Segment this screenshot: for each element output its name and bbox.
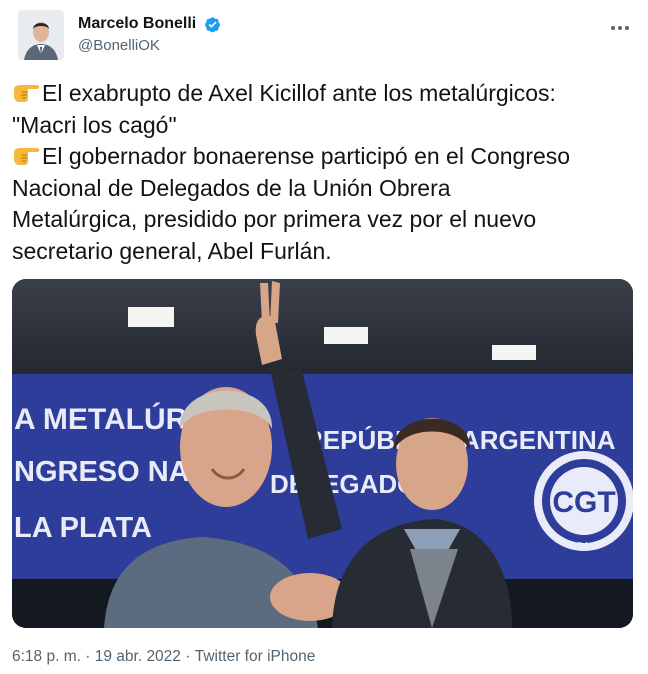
tweet-header: Marcelo Bonelli @BonelliOK	[14, 10, 634, 66]
tweet-line: "Macri los cagó"	[12, 110, 642, 142]
ceiling-light	[492, 345, 536, 360]
tweet-line: El gobernador bonaerense participó en el…	[12, 141, 642, 173]
tweet-line-text: Nacional de Delegados de la Unión Obrera	[12, 174, 451, 201]
tweet-line-text: secretario general, Abel Furlán.	[12, 237, 332, 264]
banner-text: DELEGADO	[270, 469, 417, 499]
tweet-line-text: Metalúrgica, presidido por primera vez p…	[12, 206, 537, 232]
tweet-line: Metalúrgica, presidido por primera vez p…	[12, 204, 642, 236]
tweet-time[interactable]: 6:18 p. m.	[12, 648, 81, 665]
tweet-line: secretario general, Abel Furlán.	[12, 236, 642, 268]
cgt-logo: CGT R.A.	[534, 451, 633, 551]
tweet-line: El exabrupto de Axel Kicillof ante los m…	[12, 78, 642, 110]
pointing-right-emoji-icon	[12, 80, 42, 104]
tweet-line-text: El gobernador bonaerense participó en el…	[42, 143, 571, 169]
logo-sub: R.A.	[577, 542, 591, 549]
more-options-icon[interactable]	[606, 16, 634, 40]
meta-separator: ·	[85, 648, 91, 665]
tweet-line: Nacional de Delegados de la Unión Obrera	[12, 173, 642, 205]
tweet-line-text: El exabrupto de Axel Kicillof ante los m…	[42, 80, 556, 106]
ceiling-light	[128, 307, 174, 327]
tweet-text: El exabrupto de Axel Kicillof ante los m…	[12, 78, 642, 267]
tweet: Marcelo Bonelli @BonelliOK El exabrupto …	[0, 0, 648, 674]
tweet-source[interactable]: Twitter for iPhone	[195, 648, 316, 665]
verified-badge-icon	[204, 16, 221, 33]
banner-text: LA PLATA	[14, 512, 152, 544]
logo-text: CGT	[552, 486, 615, 519]
author-display-name[interactable]: Marcelo Bonelli	[78, 14, 196, 34]
tweet-photo[interactable]: A METALÚRGICA REPÚBLICA ARGENTINA NGRESO…	[12, 279, 633, 628]
author-names: Marcelo Bonelli @BonelliOK	[78, 14, 221, 56]
avatar[interactable]	[18, 10, 64, 60]
tweet-date[interactable]: 19 abr. 2022	[95, 648, 181, 665]
ceiling-light	[324, 327, 368, 344]
meta-separator: ·	[185, 648, 191, 665]
author-handle[interactable]: @BonelliOK	[78, 36, 221, 56]
pointing-right-emoji-icon	[12, 143, 42, 167]
tweet-meta: 6:18 p. m. · 19 abr. 2022 · Twitter for …	[12, 648, 315, 666]
tweet-line-text: "Macri los cagó"	[12, 111, 177, 138]
